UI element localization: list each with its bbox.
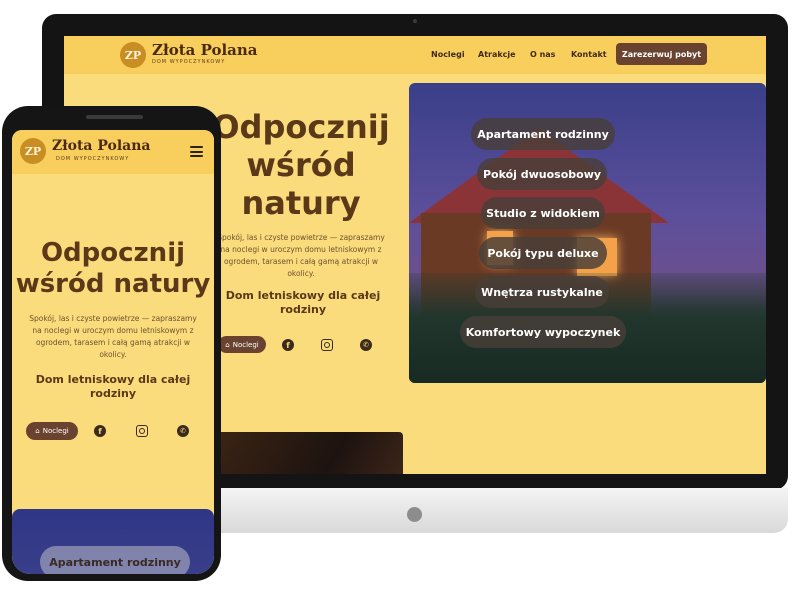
facebook-icon[interactable]: f (282, 339, 294, 351)
room-chip[interactable]: Studio z widokiem (481, 197, 605, 229)
facebook-icon[interactable]: f (94, 425, 106, 437)
home-icon: ⌂ (35, 427, 40, 435)
whatsapp-icon[interactable]: ✆ (360, 339, 372, 351)
hero-photo: Apartament rodzinny Pokój dwuosobowy Stu… (409, 83, 766, 383)
nav-link-atrakcje[interactable]: Atrakcje (478, 50, 516, 59)
mobile-hero-title: Odpocznij wśród natury (12, 238, 214, 300)
hero-title-line: natury (241, 184, 361, 222)
camera-dot (413, 19, 417, 23)
hero-title-line: Odpocznij (40, 238, 186, 268)
nav-link-kontakt[interactable]: Kontakt (571, 50, 607, 59)
brand-name[interactable]: Złota Polana (152, 41, 258, 59)
room-chip[interactable]: Komfortowy wypoczynek (460, 316, 626, 348)
brand-tagline: DOM WYPOCZYNKOWY (152, 59, 226, 65)
brand-tagline: DOM WYPOCZYNKOWY (56, 156, 130, 162)
noclegi-button-label: Noclegi (42, 427, 69, 435)
room-chip[interactable]: Pokój typu deluxe (479, 237, 607, 269)
noclegi-button[interactable]: ⌂ Noclegi (218, 336, 266, 353)
hamburger-menu-icon[interactable] (190, 146, 203, 157)
instagram-icon[interactable] (321, 339, 333, 351)
logo-badge[interactable]: ZP (20, 138, 46, 164)
phone-speaker (86, 115, 143, 119)
hero-title: Odpocznij wśród natury (206, 108, 396, 222)
room-chip[interactable]: Wnętrza rustykalne (475, 276, 609, 308)
phone-frame: ZP Złota Polana DOM WYPOCZYNKOWY Odpoczn… (2, 106, 221, 581)
hero-subtitle: Dom letniskowy dla całej rodziny (225, 289, 381, 316)
phone-screen: ZP Złota Polana DOM WYPOCZYNKOWY Odpoczn… (12, 130, 214, 574)
room-chip[interactable]: Apartament rodzinny (471, 118, 615, 150)
mockup-stage: ZP Złota Polana DOM WYPOCZYNKOWY Noclegi… (0, 0, 800, 593)
hero-description: Spokój, las i czyste powietrze — zaprasz… (217, 233, 385, 278)
noclegi-button-label: Noclegi (232, 340, 259, 349)
nav-link-o-nas[interactable]: O nas (530, 50, 555, 59)
room-chip[interactable]: Apartament rodzinny (40, 546, 190, 574)
noclegi-button[interactable]: ⌂ Noclegi (26, 422, 78, 440)
hero-title-line: wśród (246, 146, 356, 184)
home-icon: ⌂ (225, 340, 230, 349)
desktop-header: ZP Złota Polana DOM WYPOCZYNKOWY Noclegi… (64, 36, 766, 74)
mobile-hero-description: Spokój, las i czyste powietrze — zaprasz… (29, 314, 197, 359)
hero-title-line: Odpocznij (212, 108, 390, 146)
hero-title-line: wśród natury (15, 269, 211, 299)
interior-photo (216, 432, 403, 474)
brand-name[interactable]: Złota Polana (52, 138, 151, 154)
whatsapp-icon[interactable]: ✆ (177, 425, 189, 437)
nav-link-noclegi[interactable]: Noclegi (431, 50, 465, 59)
monitor-power-button (407, 507, 422, 522)
instagram-icon[interactable] (136, 425, 148, 437)
book-stay-button[interactable]: Zarezerwuj pobyt (616, 43, 707, 65)
room-chip[interactable]: Pokój dwuosobowy (477, 158, 607, 190)
mobile-hero-subtitle: Dom letniskowy dla całej rodziny (35, 373, 191, 400)
logo-badge[interactable]: ZP (120, 42, 146, 68)
mobile-header: ZP Złota Polana DOM WYPOCZYNKOWY (12, 130, 214, 174)
